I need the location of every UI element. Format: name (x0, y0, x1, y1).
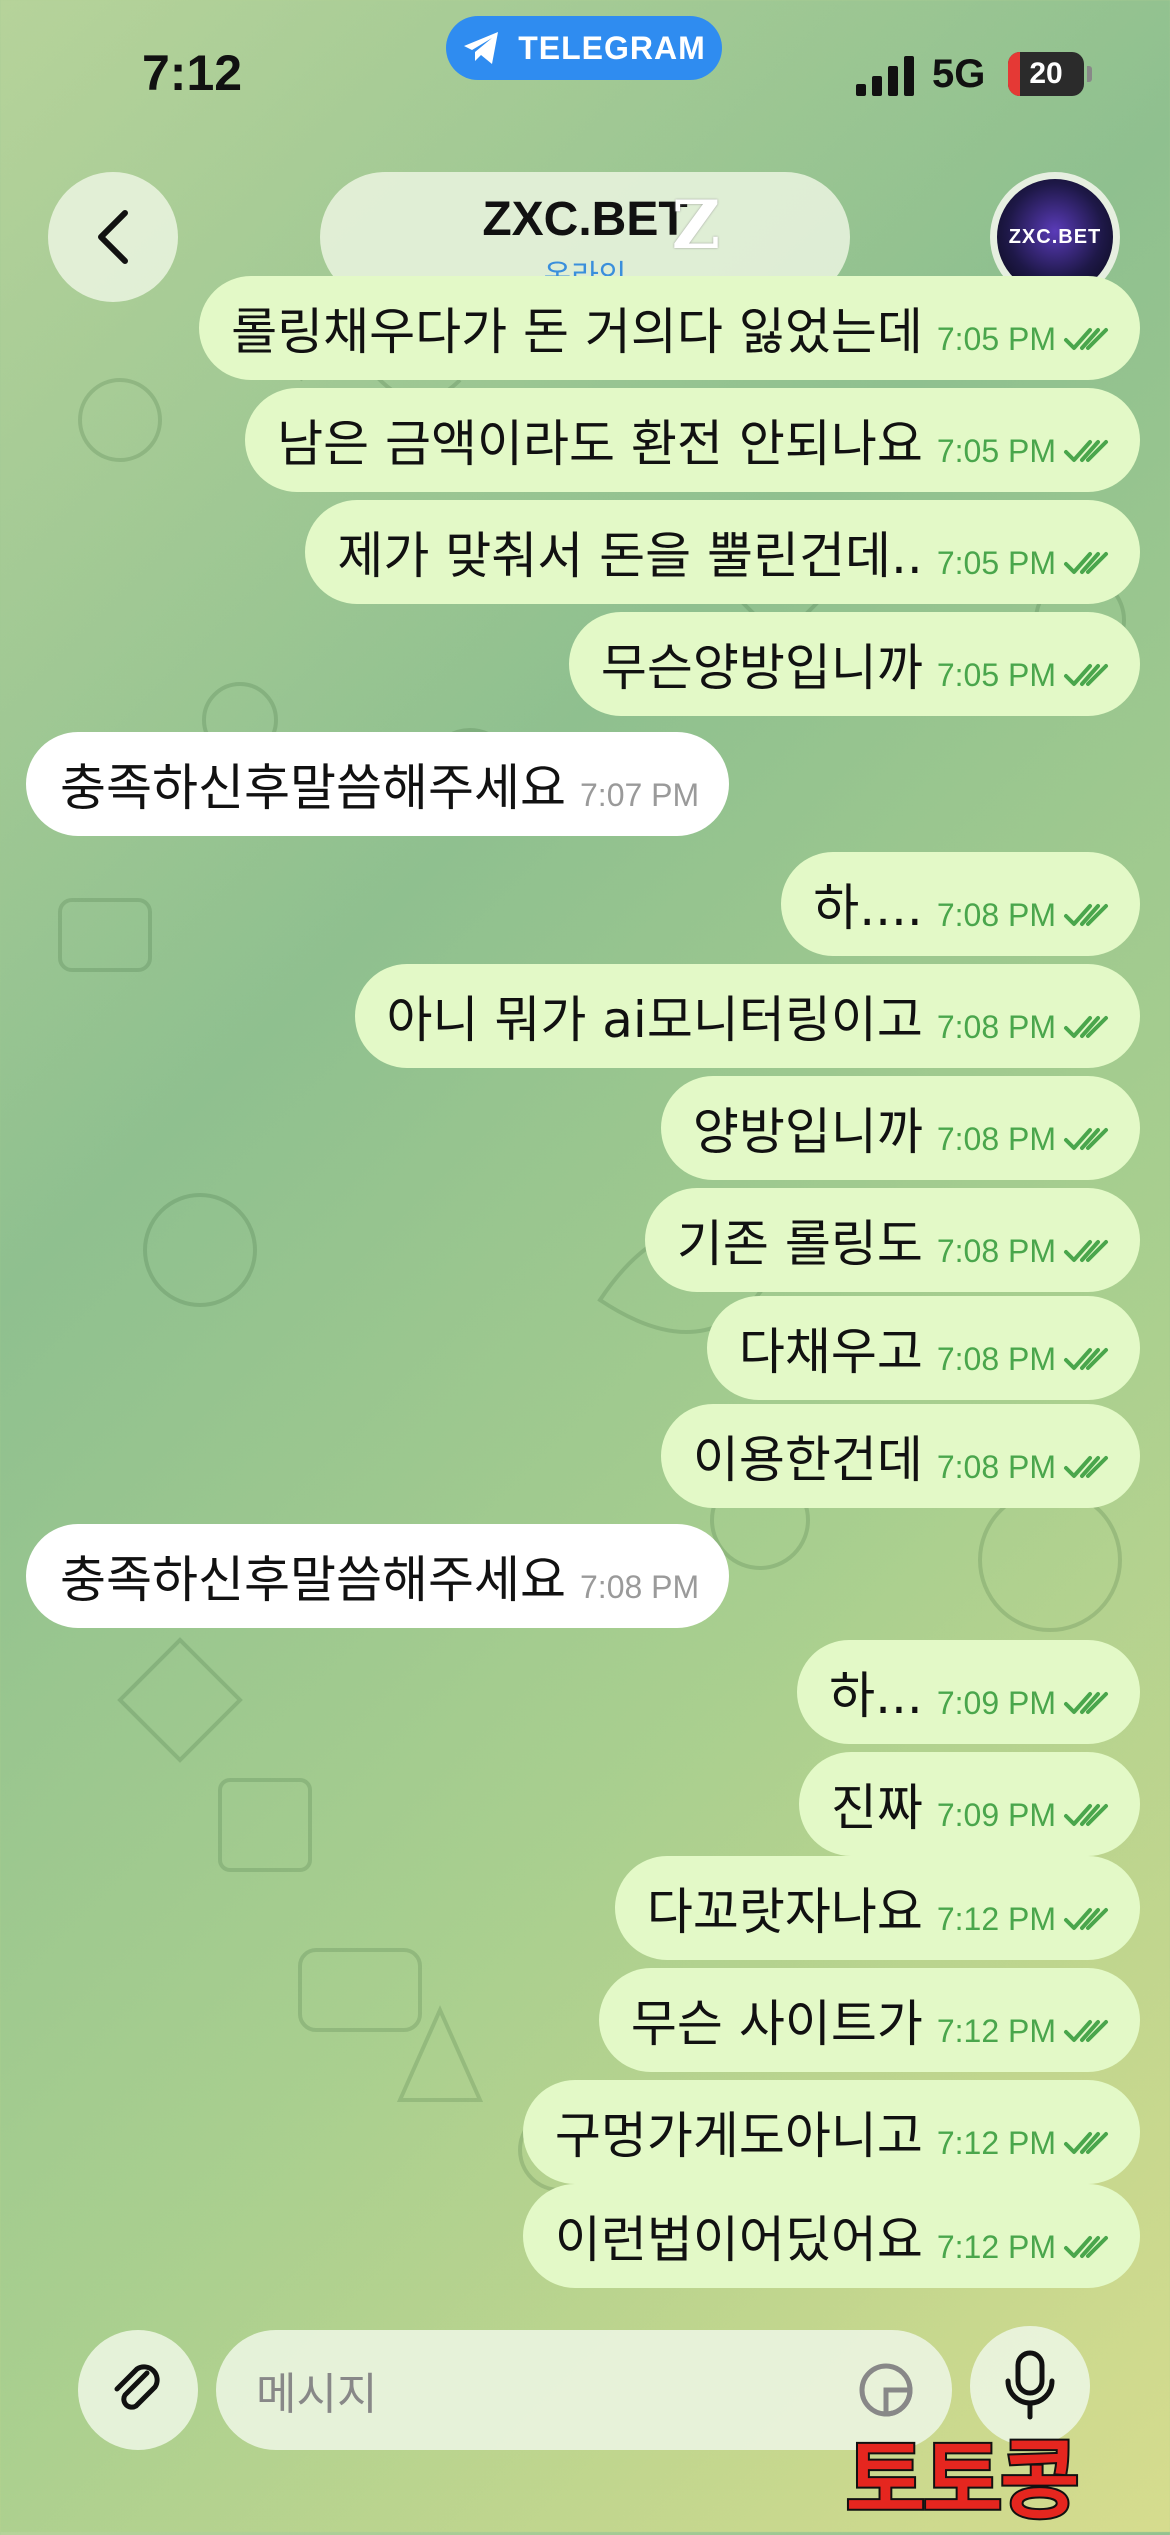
message-meta: 7:08 PM (937, 1341, 1112, 1378)
incoming-message[interactable]: 충족하신후말씀해주세요 7:07 PM (26, 732, 730, 836)
message-meta: 7:12 PM (937, 2125, 1112, 2162)
message-time: 7:07 PM (580, 776, 700, 813)
message-time: 7:08 PM (936, 1008, 1056, 1045)
message-meta: 7:12 PM (937, 2229, 1112, 2266)
read-checkmarks-icon (1064, 328, 1108, 350)
message-time: 7:12 PM (936, 2012, 1056, 2049)
message-text: 다채우고 (738, 1323, 923, 1381)
message-text: 구멍가게도아니고 (554, 2107, 923, 2165)
outgoing-message[interactable]: 무슨양방입니까 7:05 PM (568, 612, 1140, 716)
message-text: 충족하신후말씀해주세요 (60, 1551, 566, 1609)
message-time: 7:05 PM (936, 432, 1056, 469)
message-list: 롤링채우다가 돈 거의다 잃었는데 7:05 PM 남은 금액이라도 환전 안되나요… (0, 0, 1170, 2532)
message-time: 7:05 PM (936, 656, 1056, 693)
message-meta: 7:08 PM (937, 1121, 1112, 1158)
message-text: 충족하신후말씀해주세요 (60, 759, 566, 817)
paperclip-icon (114, 2364, 160, 2410)
message-text: 이용한건데 (692, 1431, 923, 1489)
message-time: 7:08 PM (580, 1568, 700, 1605)
message-time: 7:12 PM (936, 2228, 1056, 2265)
outgoing-message[interactable]: 기존 롤링도 7:08 PM (644, 1188, 1140, 1292)
message-text: 하.... (813, 879, 923, 937)
read-checkmarks-icon (1064, 904, 1108, 926)
message-meta: 7:08 PM (937, 1233, 1112, 1270)
message-text: 무슨 사이트가 (630, 1995, 923, 2053)
message-time: 7:12 PM (936, 1900, 1056, 1937)
read-checkmarks-icon (1064, 1692, 1108, 1714)
outgoing-message[interactable]: 양방입니까 7:08 PM (660, 1076, 1140, 1180)
watermark-logo: 토토콩 (844, 2429, 1081, 2533)
message-meta: 7:05 PM (937, 321, 1112, 358)
message-time: 7:12 PM (936, 2124, 1056, 2161)
read-checkmarks-icon (1064, 1348, 1108, 1370)
message-meta: 7:12 PM (937, 1901, 1112, 1938)
read-checkmarks-icon (1064, 1456, 1108, 1478)
read-checkmarks-icon (1064, 1240, 1108, 1262)
message-time: 7:08 PM (936, 1448, 1056, 1485)
outgoing-message[interactable]: 아니 뭐가 ai모니터링이고 7:08 PM (354, 964, 1140, 1068)
read-checkmarks-icon (1064, 2020, 1108, 2042)
outgoing-message[interactable]: 진짜 7:09 PM (798, 1752, 1140, 1856)
message-text: 롤링채우다가 돈 거의다 잃었는데 (231, 303, 923, 361)
message-input[interactable]: 메시지 (216, 2330, 952, 2450)
outgoing-message[interactable]: 하... 7:09 PM (797, 1640, 1140, 1744)
message-time: 7:05 PM (936, 544, 1056, 581)
message-time: 7:08 PM (936, 1120, 1056, 1157)
read-checkmarks-icon (1064, 1908, 1108, 1930)
input-placeholder: 메시지 (256, 2369, 378, 2420)
message-time: 7:08 PM (936, 1340, 1056, 1377)
read-checkmarks-icon (1064, 2132, 1108, 2154)
outgoing-message[interactable]: 남은 금액이라도 환전 안되나요 7:05 PM (245, 388, 1140, 492)
read-checkmarks-icon (1064, 1804, 1108, 1826)
message-meta: 7:08 PM (580, 1569, 699, 1606)
message-time: 7:09 PM (936, 1684, 1056, 1721)
read-checkmarks-icon (1064, 664, 1108, 686)
message-meta: 7:05 PM (937, 545, 1112, 582)
message-text: 양방입니까 (692, 1103, 923, 1161)
message-meta: 7:08 PM (937, 1449, 1112, 1486)
read-checkmarks-icon (1064, 440, 1108, 462)
outgoing-message[interactable]: 제가 맞춰서 돈을 뿔린건데.. 7:05 PM (305, 500, 1140, 604)
message-time: 7:08 PM (936, 896, 1056, 933)
outgoing-message[interactable]: 다꼬랏자나요 7:12 PM (614, 1856, 1140, 1960)
attach-button[interactable] (78, 2330, 198, 2450)
message-text: 다꼬랏자나요 (646, 1883, 923, 1941)
message-meta: 7:09 PM (937, 1797, 1112, 1834)
outgoing-message[interactable]: 구멍가게도아니고 7:12 PM (522, 2080, 1140, 2184)
outgoing-message[interactable]: 하.... 7:08 PM (781, 852, 1140, 956)
message-text: 제가 맞춰서 돈을 뿔린건데.. (337, 527, 923, 585)
read-checkmarks-icon (1064, 552, 1108, 574)
outgoing-message[interactable]: 무슨 사이트가 7:12 PM (598, 1968, 1140, 2072)
message-text: 이런법이어딨어요 (554, 2211, 923, 2269)
message-meta: 7:05 PM (937, 433, 1112, 470)
message-time: 7:08 PM (936, 1232, 1056, 1269)
incoming-message[interactable]: 충족하신후말씀해주세요 7:08 PM (26, 1524, 730, 1628)
message-text: 하... (829, 1667, 923, 1725)
message-time: 7:05 PM (936, 320, 1056, 357)
message-text: 아니 뭐가 ai모니터링이고 (386, 991, 923, 1049)
message-text: 진짜 (830, 1779, 923, 1837)
read-checkmarks-icon (1064, 2236, 1108, 2258)
message-text: 남은 금액이라도 환전 안되나요 (277, 415, 923, 473)
battery-level: 20 (1029, 57, 1063, 90)
outgoing-message[interactable]: 롤링채우다가 돈 거의다 잃었는데 7:05 PM (199, 276, 1140, 380)
message-meta: 7:08 PM (937, 1009, 1112, 1046)
message-meta: 7:05 PM (937, 657, 1112, 694)
message-meta: 7:08 PM (937, 897, 1112, 934)
read-checkmarks-icon (1064, 1016, 1108, 1038)
outgoing-message[interactable]: 다채우고 7:08 PM (706, 1296, 1140, 1400)
outgoing-message[interactable]: 이런법이어딨어요 7:12 PM (522, 2184, 1140, 2288)
message-text: 기존 롤링도 (676, 1215, 923, 1273)
message-meta: 7:07 PM (580, 777, 699, 814)
message-meta: 7:09 PM (937, 1685, 1112, 1722)
message-text: 무슨양방입니까 (600, 639, 923, 697)
message-meta: 7:12 PM (937, 2013, 1112, 2050)
read-checkmarks-icon (1064, 1128, 1108, 1150)
outgoing-message[interactable]: 이용한건데 7:08 PM (660, 1404, 1140, 1508)
message-time: 7:09 PM (936, 1796, 1056, 1833)
